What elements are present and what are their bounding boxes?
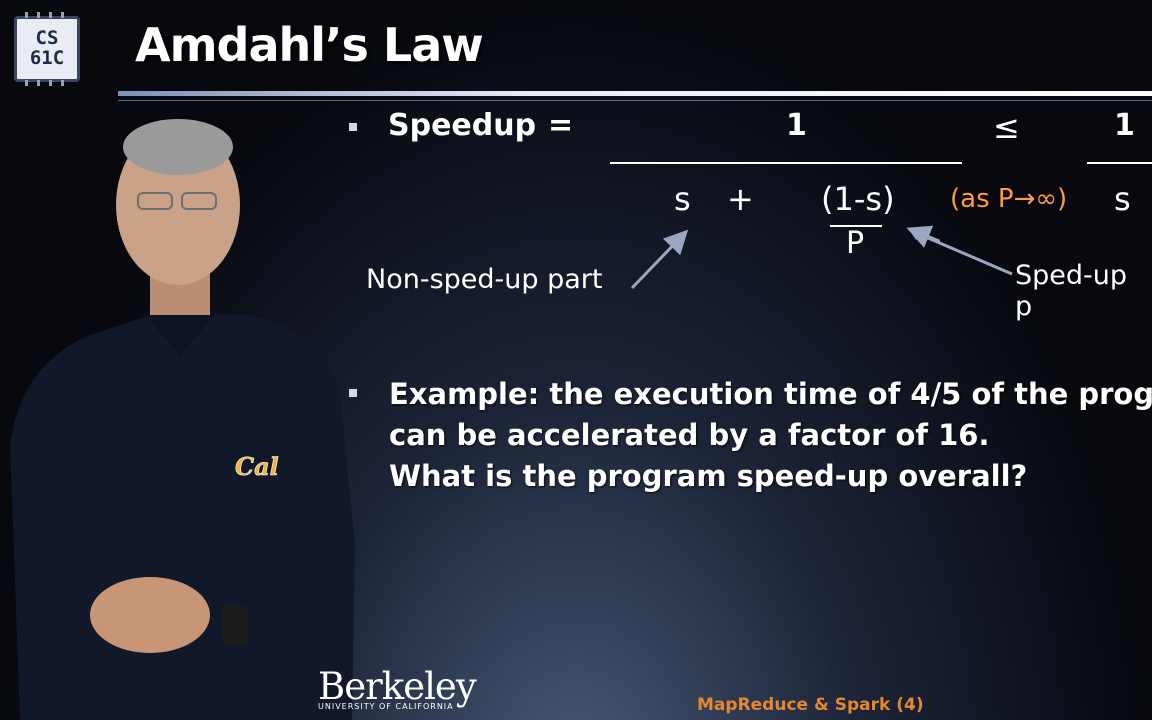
one-minus-s: (1-s) [821,180,895,218]
title-divider-thin [118,100,1152,101]
svg-text:Cal: Cal [235,452,279,481]
fraction-bar-right [1087,162,1152,164]
title-divider [118,91,1152,96]
annotation-arrows [630,225,940,290]
slide-title: Amdahl’s Law [135,18,484,72]
berkeley-subtitle: UNIVERSITY OF CALIFORNIA [318,702,454,711]
logo-line-2: 61C [29,47,65,69]
example-line-3: What is the program speed-up overall? [389,459,1028,493]
slide-footer: MapReduce & Spark (4) [697,695,924,715]
presenter-figure: Cal [10,119,355,720]
speedup-label: Speedup [388,108,537,143]
denominator-right: s [1114,180,1131,218]
numerator-left: 1 [786,108,807,143]
denominator-s: s [674,180,691,218]
fraction-bar-left [610,162,962,164]
numerator-right: 1 [1114,108,1135,143]
footer-lecture: MapReduce & Spark [697,695,891,715]
footer-page: (4) [896,695,924,715]
example-text: Example: the execution time of 4/5 of th… [389,374,1152,497]
bullet-example [349,389,357,397]
plus-sign: + [727,180,754,218]
bullet-formula [349,123,357,131]
arrow-right-icon [908,228,1013,276]
limit-note: (as P→∞) [950,184,1068,214]
logo-line-1: CS [35,27,59,49]
annotation-sped-up: Sped-up p [1015,260,1128,322]
equals-sign: = [548,108,574,143]
less-equal-sign: ≤ [993,108,1020,146]
course-logo: CS 61C [14,12,80,86]
example-line-2: can be accelerated by a factor of 16. [389,418,990,452]
example-line-1: Example: the execution time of 4/5 of th… [389,377,1152,411]
annotation-non-sped-up: Non-sped-up part [366,264,603,295]
